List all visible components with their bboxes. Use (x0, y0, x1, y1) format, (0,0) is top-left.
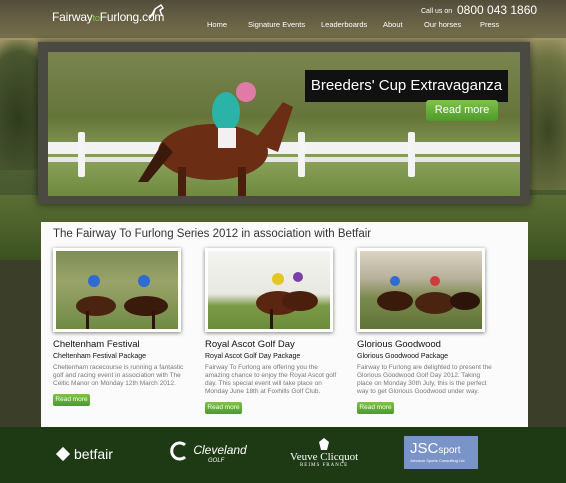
veuve-wordmark: Veuve Clicquot (290, 451, 359, 463)
nav-signature-events[interactable]: Signature Events (248, 20, 305, 29)
crest-icon (319, 438, 330, 450)
series-panel: The Fairway To Furlong Series 2012 in as… (41, 222, 528, 427)
hero-title: Breeders' Cup Extravaganza (305, 70, 508, 102)
rail-post (78, 132, 85, 177)
nav-about[interactable]: About (383, 20, 403, 29)
event-title: Glorious Goodwood (357, 339, 441, 350)
event-subtitle: Royal Ascot Golf Day Package (205, 353, 301, 360)
event-thumbnail[interactable] (357, 248, 485, 332)
section-title: The Fairway To Furlong Series 2012 in as… (53, 228, 372, 240)
event-subtitle: Cheltenham Festival Package (53, 353, 146, 360)
main-nav: Home Signature Events Leaderboards About… (0, 20, 566, 34)
jsc-sport-word: sport (438, 445, 461, 456)
cleveland-golf-logo[interactable]: Cleveland GOLF (168, 440, 247, 464)
event-description: Fairway To Furlong are offering you the … (205, 364, 337, 395)
event-thumbnail[interactable] (53, 248, 181, 332)
read-more-button[interactable]: Read more (53, 394, 90, 406)
event-subtitle: Glorious Goodwood Package (357, 353, 449, 360)
racehorse-image (138, 82, 293, 196)
betfair-logo[interactable]: betfair (55, 446, 113, 462)
site-header: FairwaytoFurlong.com Call us on 0800 043… (0, 0, 566, 38)
veuve-sub: REIMS FRANCE (299, 463, 349, 468)
betfair-diamond-icon (55, 446, 71, 462)
racehorses-image (377, 276, 480, 314)
rail-post (298, 132, 305, 177)
cleveland-c-icon (170, 441, 186, 461)
event-description: Fairway to Furlong are delighted to pres… (357, 364, 492, 395)
nav-press[interactable]: Press (480, 20, 499, 29)
cleveland-sub: GOLF (208, 458, 225, 464)
veuve-clicquot-logo[interactable]: Veuve Clicquot REIMS FRANCE (290, 438, 358, 468)
read-more-button[interactable]: Read more (357, 402, 394, 414)
event-title: Royal Ascot Golf Day (205, 339, 295, 350)
phone-number[interactable]: 0800 043 1860 (457, 3, 537, 17)
jsc-sport-logo[interactable]: JSCsport Johnson Sports Consulting Ltd (404, 436, 478, 469)
racehorses-image (76, 275, 168, 329)
sponsor-footer: betfair Cleveland GOLF Veuve Clicquot RE… (0, 427, 566, 483)
event-card-goodwood: Glorious Goodwood Glorious Goodwood Pack… (357, 248, 497, 414)
jsc-sub: Johnson Sports Consulting Ltd (410, 458, 465, 463)
event-card-ascot: Royal Ascot Golf Day Royal Ascot Golf Da… (205, 248, 345, 414)
racehorses-image (256, 272, 318, 329)
cleveland-wordmark: Cleveland (193, 443, 247, 458)
event-thumbnail[interactable] (205, 248, 333, 332)
event-card-cheltenham: Cheltenham Festival Cheltenham Festival … (53, 248, 193, 406)
call-us-label: Call us on (421, 8, 453, 15)
horse-logo-icon (149, 4, 164, 19)
event-title: Cheltenham Festival (53, 339, 140, 350)
nav-our-horses[interactable]: Our horses (424, 20, 461, 29)
read-more-button[interactable]: Read more (205, 402, 242, 414)
hero-read-more-button[interactable]: Read more (426, 100, 498, 121)
nav-leaderboards[interactable]: Leaderboards (321, 20, 367, 29)
betfair-wordmark: betfair (74, 446, 113, 462)
rail-post (408, 132, 415, 177)
event-description: Cheltenham racecourse is running a fanta… (53, 364, 184, 387)
jsc-wordmark: JSC (410, 440, 439, 457)
nav-home[interactable]: Home (207, 20, 227, 29)
